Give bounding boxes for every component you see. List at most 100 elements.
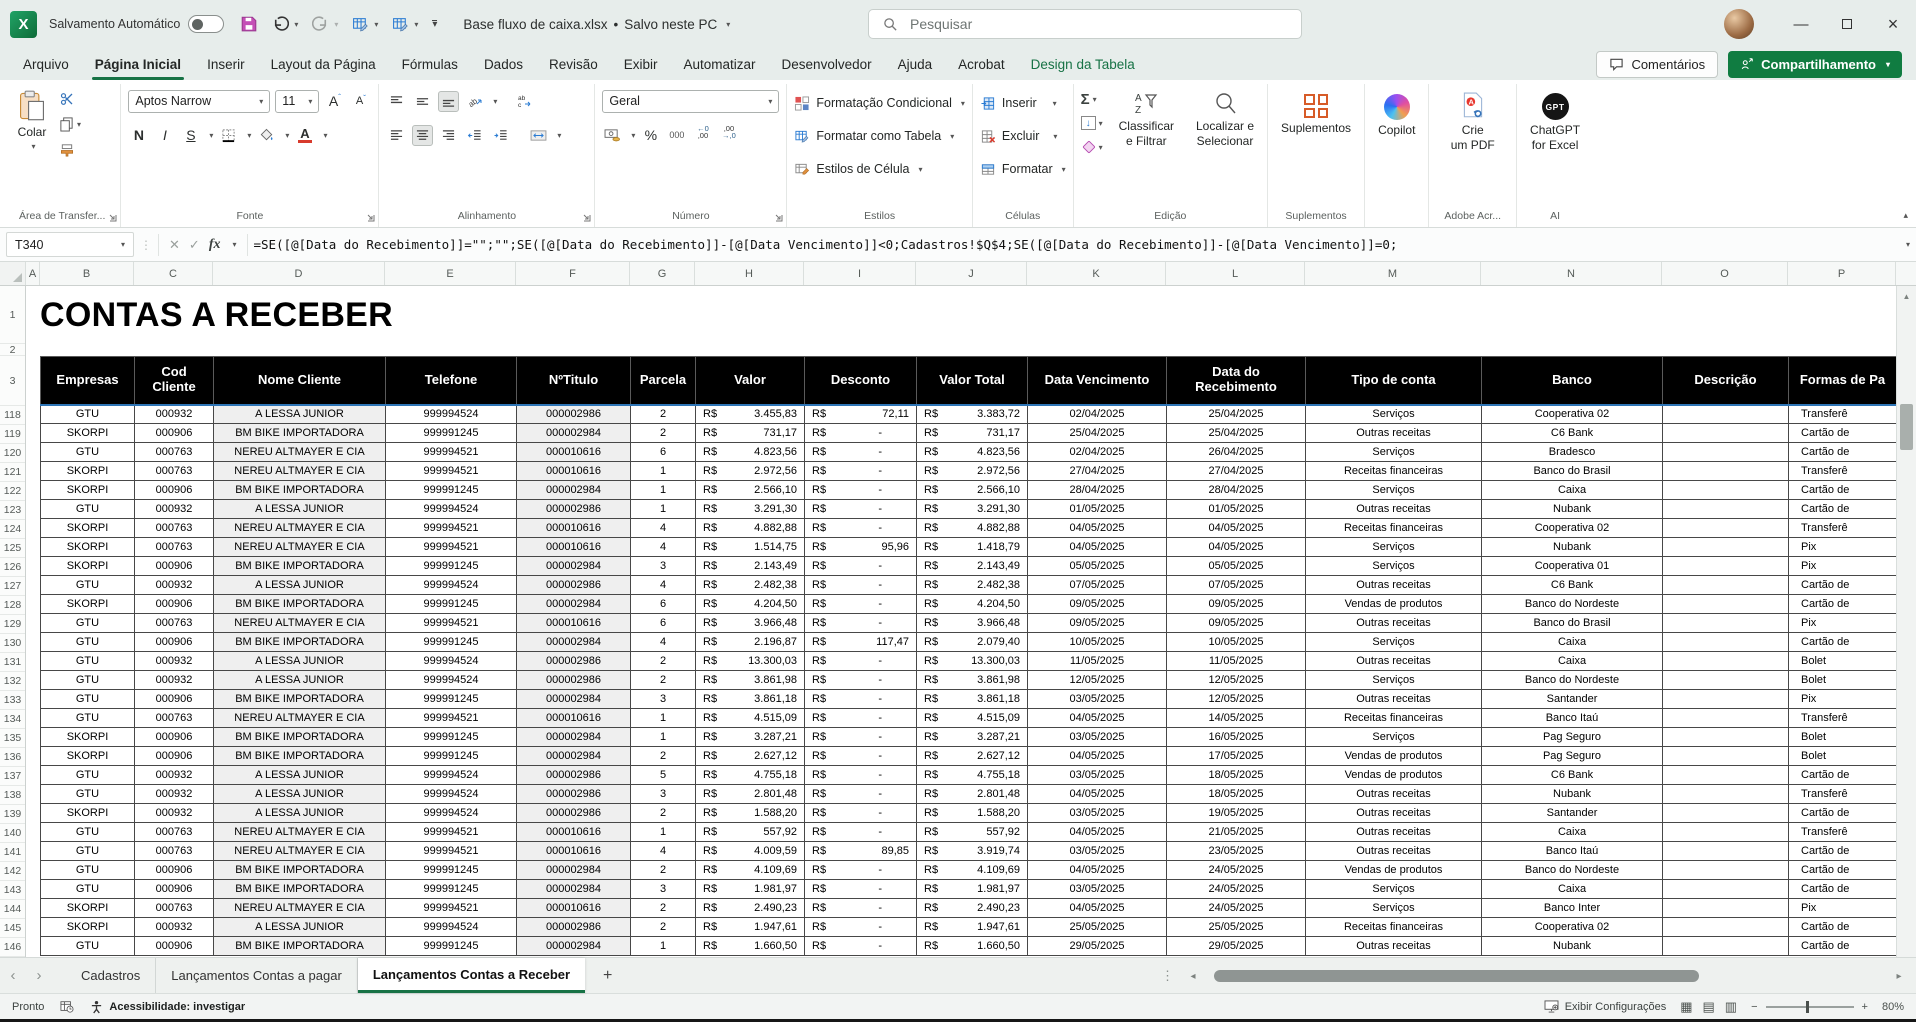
cell-parcela[interactable]: 1 (631, 500, 696, 519)
cell-n-titulo[interactable]: 000002984 (517, 690, 631, 709)
delete-cells-button[interactable]: Excluir▾ (980, 123, 1058, 149)
cell-data-recebimento[interactable]: 25/05/2025 (1167, 918, 1306, 937)
cell-data-recebimento[interactable]: 10/05/2025 (1167, 633, 1306, 652)
cell-cod-cliente[interactable]: 000906 (135, 557, 214, 576)
cell-descricao[interactable] (1663, 728, 1789, 747)
cell-valor[interactable]: R$557,92 (696, 823, 805, 842)
cell-nome-cliente[interactable]: BM BIKE IMPORTADORA (214, 595, 386, 614)
align-top-button[interactable] (386, 91, 407, 112)
cell-descricao[interactable] (1663, 937, 1789, 956)
merge-center-button[interactable] (528, 125, 549, 146)
cell-cod-cliente[interactable]: 000763 (135, 443, 214, 462)
maximize-button[interactable] (1824, 0, 1870, 48)
cell-empresas[interactable]: SKORPI (41, 747, 135, 766)
cell-tipo-de-conta[interactable]: Outras receitas (1306, 842, 1482, 861)
cell-valor-total[interactable]: R$3.919,74 (917, 842, 1028, 861)
cell-desconto[interactable]: R$- (805, 481, 917, 500)
cell-valor-total[interactable]: R$4.204,50 (917, 595, 1028, 614)
cell-parcela[interactable]: 6 (631, 443, 696, 462)
cell-cod-cliente[interactable]: 000932 (135, 671, 214, 690)
cell-valor-total[interactable]: R$557,92 (917, 823, 1028, 842)
cell-telefone[interactable]: 999991245 (386, 481, 517, 500)
cell-cod-cliente[interactable]: 000906 (135, 481, 214, 500)
row-header-140[interactable]: 140 (0, 824, 25, 843)
cell-banco[interactable]: Cooperativa 02 (1482, 918, 1663, 937)
cell-nome-cliente[interactable]: BM BIKE IMPORTADORA (214, 424, 386, 443)
cell-valor[interactable]: R$4.823,56 (696, 443, 805, 462)
align-bottom-button[interactable] (438, 91, 459, 112)
column-header-a[interactable]: A (26, 262, 40, 285)
align-middle-button[interactable] (412, 91, 433, 112)
cell-desconto[interactable]: R$- (805, 519, 917, 538)
cell-parcela[interactable]: 1 (631, 481, 696, 500)
insert-cells-button[interactable]: Inserir▾ (980, 90, 1057, 116)
cell-data-vencimento[interactable]: 09/05/2025 (1028, 595, 1167, 614)
cell-data-recebimento[interactable]: 26/04/2025 (1167, 443, 1306, 462)
cell-tipo-de-conta[interactable]: Receitas financeiras (1306, 462, 1482, 481)
format-painter-button[interactable] (59, 140, 81, 158)
cell-telefone[interactable]: 999994521 (386, 519, 517, 538)
cell-empresas[interactable]: GTU (41, 443, 135, 462)
cell-cod-cliente[interactable]: 000763 (135, 842, 214, 861)
cell-valor[interactable]: R$4.204,50 (696, 595, 805, 614)
cell-cod-cliente[interactable]: 000906 (135, 880, 214, 899)
cell-telefone[interactable]: 999991245 (386, 880, 517, 899)
cell-descricao[interactable] (1663, 652, 1789, 671)
cell-parcela[interactable]: 1 (631, 728, 696, 747)
cell-desconto[interactable]: R$- (805, 861, 917, 880)
cell-empresas[interactable]: GTU (41, 842, 135, 861)
cell-parcela[interactable]: 6 (631, 614, 696, 633)
cell-cod-cliente[interactable]: 000763 (135, 462, 214, 481)
cell-valor[interactable]: R$2.482,38 (696, 576, 805, 595)
cell-valor[interactable]: R$3.291,30 (696, 500, 805, 519)
row-header-134[interactable]: 134 (0, 710, 25, 729)
row-header-146[interactable]: 146 (0, 938, 25, 957)
cell-descricao[interactable] (1663, 519, 1789, 538)
horizontal-scroll-thumb[interactable] (1214, 970, 1699, 982)
cell-valor-total[interactable]: R$3.861,98 (917, 671, 1028, 690)
col-header-nome-cliente[interactable]: Nome Cliente (214, 357, 386, 405)
col-header-n-titulo[interactable]: NºTitulo (517, 357, 631, 405)
cell-descricao[interactable] (1663, 823, 1789, 842)
cell-parcela[interactable]: 4 (631, 519, 696, 538)
cell-parcela[interactable]: 5 (631, 766, 696, 785)
cell-empresas[interactable]: SKORPI (41, 918, 135, 937)
cell-descricao[interactable] (1663, 443, 1789, 462)
cell-formas-de-pagamento[interactable]: Bolet (1789, 671, 1897, 690)
cell-formas-de-pagamento[interactable]: Pix (1789, 614, 1897, 633)
cell-valor[interactable]: R$1.947,61 (696, 918, 805, 937)
cell-parcela[interactable]: 2 (631, 652, 696, 671)
cell-desconto[interactable]: R$- (805, 709, 917, 728)
cell-banco[interactable]: Nubank (1482, 500, 1663, 519)
cell-formas-de-pagamento[interactable]: Cartão de (1789, 918, 1897, 937)
cell-formas-de-pagamento[interactable]: Cartão de (1789, 576, 1897, 595)
cell-telefone[interactable]: 999994521 (386, 842, 517, 861)
cell-descricao[interactable] (1663, 690, 1789, 709)
cell-banco[interactable]: Nubank (1482, 937, 1663, 956)
macro-record-button[interactable] (60, 1000, 74, 1013)
cell-cod-cliente[interactable]: 000906 (135, 937, 214, 956)
prev-sheet-button[interactable]: ‹ (0, 958, 26, 993)
format-table-quick-button-2[interactable]: ▾ (392, 16, 418, 33)
cell-cod-cliente[interactable]: 000763 (135, 614, 214, 633)
col-header-tipo-de-conta[interactable]: Tipo de conta (1306, 357, 1482, 405)
cell-parcela[interactable]: 4 (631, 842, 696, 861)
cell-telefone[interactable]: 999991245 (386, 557, 517, 576)
cell-formas-de-pagamento[interactable]: Cartão de (1789, 766, 1897, 785)
cell-descricao[interactable] (1663, 576, 1789, 595)
cell-empresas[interactable]: GTU (41, 709, 135, 728)
cell-data-vencimento[interactable]: 25/04/2025 (1028, 424, 1167, 443)
cell-formas-de-pagamento[interactable]: Cartão de (1789, 633, 1897, 652)
cell-valor[interactable]: R$731,17 (696, 424, 805, 443)
cell-empresas[interactable]: GTU (41, 671, 135, 690)
col-header-data-recebimento[interactable]: Data do Recebimento (1167, 357, 1306, 405)
cell-cod-cliente[interactable]: 000763 (135, 823, 214, 842)
cell-descricao[interactable] (1663, 462, 1789, 481)
cell-data-recebimento[interactable]: 12/05/2025 (1167, 690, 1306, 709)
cell-nome-cliente[interactable]: A LESSA JUNIOR (214, 671, 386, 690)
cell-valor[interactable]: R$4.755,18 (696, 766, 805, 785)
cell-formas-de-pagamento[interactable]: Pix (1789, 538, 1897, 557)
row-header-143[interactable]: 143 (0, 881, 25, 900)
column-header-o[interactable]: O (1662, 262, 1788, 285)
cell-nome-cliente[interactable]: BM BIKE IMPORTADORA (214, 937, 386, 956)
